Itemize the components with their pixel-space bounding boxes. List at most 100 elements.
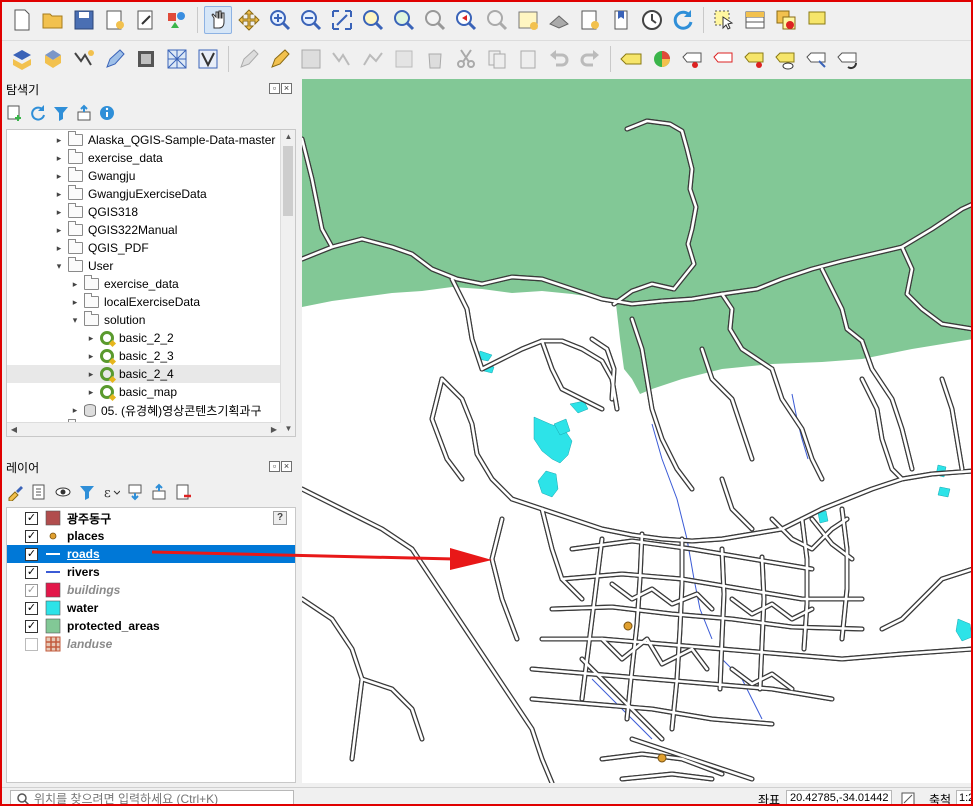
filter-legend-icon[interactable] — [78, 483, 96, 501]
browser-tree-item[interactable]: ▸ QGIS318 — [7, 203, 282, 221]
filter-browser-icon[interactable] — [52, 104, 70, 122]
pan-to-selection-icon[interactable] — [235, 6, 263, 34]
expand-arrow-icon[interactable]: ▸ — [54, 171, 64, 182]
layer-item[interactable]: ✓ water — [7, 599, 295, 617]
temporal-controller-icon[interactable] — [638, 6, 666, 34]
browser-tree-item[interactable]: ▸ basic_2_4 — [7, 365, 282, 383]
expand-arrow-icon[interactable]: ▸ — [86, 351, 96, 362]
browser-tree-item[interactable]: ▸ localExerciseData — [7, 293, 282, 311]
browser-tree-item[interactable]: ▸ GwangjuExerciseData — [7, 185, 282, 203]
save-project-icon[interactable] — [70, 6, 98, 34]
label-tool-icon[interactable] — [617, 45, 645, 73]
info-icon[interactable] — [98, 104, 116, 122]
toggle-editing-icon[interactable] — [266, 45, 294, 73]
data-source-manager-icon[interactable] — [8, 45, 36, 73]
zoom-to-selection-icon[interactable] — [359, 6, 387, 34]
show-hide-labels-icon[interactable] — [741, 45, 769, 73]
expand-arrow-icon[interactable]: ▸ — [86, 333, 96, 344]
remove-layer-icon[interactable] — [174, 483, 192, 501]
add-group-icon[interactable] — [30, 483, 48, 501]
expand-arrow-icon[interactable]: ▸ — [54, 189, 64, 200]
virtual-layer-icon[interactable] — [194, 45, 222, 73]
browser-tree-item[interactable]: ▸ basic_2_3 — [7, 347, 282, 365]
new-3d-view-icon[interactable] — [545, 6, 573, 34]
rotate-label-icon[interactable] — [834, 45, 862, 73]
expand-arrow-icon[interactable]: ▸ — [86, 387, 96, 398]
diagram-tool-icon[interactable] — [648, 45, 676, 73]
collapse-arrow-icon[interactable]: ▾ — [70, 315, 80, 326]
scroll-down-icon[interactable]: ▼ — [281, 422, 295, 436]
browser-vertical-scrollbar[interactable]: ▲ ▼ — [280, 130, 295, 436]
browser-tree-item[interactable]: ▸ Gwangju — [7, 167, 282, 185]
copy-features-icon[interactable] — [483, 45, 511, 73]
add-layer-icon[interactable] — [6, 104, 24, 122]
browser-tree-item[interactable]: ▸ Alaska_QGIS-Sample-Data-master — [7, 131, 282, 149]
map-canvas[interactable] — [302, 79, 971, 783]
expand-arrow-icon[interactable]: ▸ — [70, 297, 80, 308]
move-label-icon[interactable] — [803, 45, 831, 73]
zoom-last-icon[interactable] — [452, 6, 480, 34]
toggle-extents-icon[interactable] — [900, 791, 916, 806]
gps-icon[interactable] — [132, 45, 160, 73]
locator-bar[interactable] — [10, 790, 294, 804]
cut-features-icon[interactable] — [452, 45, 480, 73]
add-feature-icon[interactable] — [328, 45, 356, 73]
new-project-icon[interactable] — [8, 6, 36, 34]
scale-field[interactable]: 1:2 — [956, 790, 971, 804]
zoom-out-icon[interactable] — [297, 6, 325, 34]
browser-tree-item[interactable]: ▸ 05. (유경혜)영상콘텐츠기획과구 — [7, 401, 282, 419]
manage-map-themes-icon[interactable] — [54, 483, 72, 501]
deselect-icon[interactable] — [772, 6, 800, 34]
layer-visibility-checkbox[interactable] — [25, 637, 38, 651]
layer-item[interactable]: ✓ places — [7, 527, 295, 545]
layer-item[interactable]: ✓ 광주동구? — [7, 509, 295, 527]
modify-attributes-icon[interactable] — [390, 45, 418, 73]
filter-expression-icon[interactable]: ε — [102, 483, 120, 501]
float-panel-icon[interactable]: ▫ — [269, 461, 280, 472]
open-layer-styling-icon[interactable] — [6, 483, 24, 501]
new-print-layout-icon[interactable] — [101, 6, 129, 34]
browser-tree-item[interactable]: ▸ basic_2_2 — [7, 329, 282, 347]
layer-item[interactable]: ✓ buildings — [7, 581, 295, 599]
refresh-browser-icon[interactable] — [29, 104, 47, 122]
layer-item[interactable]: ✓ roads — [7, 545, 295, 563]
collapse-all-icon[interactable] — [75, 104, 93, 122]
collapse-arrow-icon[interactable]: ▾ — [54, 261, 64, 272]
new-shapefile-icon[interactable] — [70, 45, 98, 73]
show-map-tips-icon[interactable] — [803, 6, 831, 34]
new-map-view-icon[interactable] — [514, 6, 542, 34]
save-edits-icon[interactable] — [297, 45, 325, 73]
layer-visibility-checkbox[interactable]: ✓ — [25, 601, 38, 615]
paste-features-icon[interactable] — [514, 45, 542, 73]
browser-tree-item[interactable]: ▸ QGIS322Manual — [7, 221, 282, 239]
help-icon[interactable]: ? — [273, 511, 287, 525]
expand-arrow-icon[interactable]: ▸ — [54, 243, 64, 254]
scroll-right-icon[interactable]: ▶ — [267, 423, 281, 436]
open-attribute-table-icon[interactable] — [741, 6, 769, 34]
expand-arrow-icon[interactable]: ▸ — [70, 405, 80, 416]
browser-tree-item[interactable]: ▸ basic_map — [7, 383, 282, 401]
expand-arrow-icon[interactable]: ▸ — [70, 279, 80, 290]
expand-all-icon[interactable] — [126, 483, 144, 501]
refresh-icon[interactable] — [669, 6, 697, 34]
browser-tree-item[interactable]: ▾ solution — [7, 311, 282, 329]
browser-tree-item[interactable]: ▸ exercise_data — [7, 149, 282, 167]
mesh-layer-icon[interactable] — [163, 45, 191, 73]
current-edits-icon[interactable] — [235, 45, 263, 73]
close-panel-icon[interactable]: × — [281, 83, 292, 94]
zoom-next-icon[interactable] — [483, 6, 511, 34]
browser-tree-item[interactable]: ▸ exercise_data — [7, 275, 282, 293]
expand-arrow-icon[interactable]: ▸ — [54, 225, 64, 236]
expand-arrow-icon[interactable]: ▸ — [54, 207, 64, 218]
layer-visibility-checkbox[interactable]: ✓ — [25, 511, 38, 525]
expand-arrow-icon[interactable]: ▸ — [86, 369, 96, 380]
collapse-all-layers-icon[interactable] — [150, 483, 168, 501]
layer-visibility-checkbox[interactable]: ✓ — [25, 529, 38, 543]
layer-item[interactable]: ✓ protected_areas — [7, 617, 295, 635]
select-features-icon[interactable] — [710, 6, 738, 34]
zoom-full-icon[interactable] — [328, 6, 356, 34]
expand-arrow-icon[interactable]: ▸ — [54, 153, 64, 164]
scroll-left-icon[interactable]: ◀ — [7, 423, 21, 436]
zoom-in-icon[interactable] — [266, 6, 294, 34]
layer-item[interactable]: landuse — [7, 635, 295, 653]
